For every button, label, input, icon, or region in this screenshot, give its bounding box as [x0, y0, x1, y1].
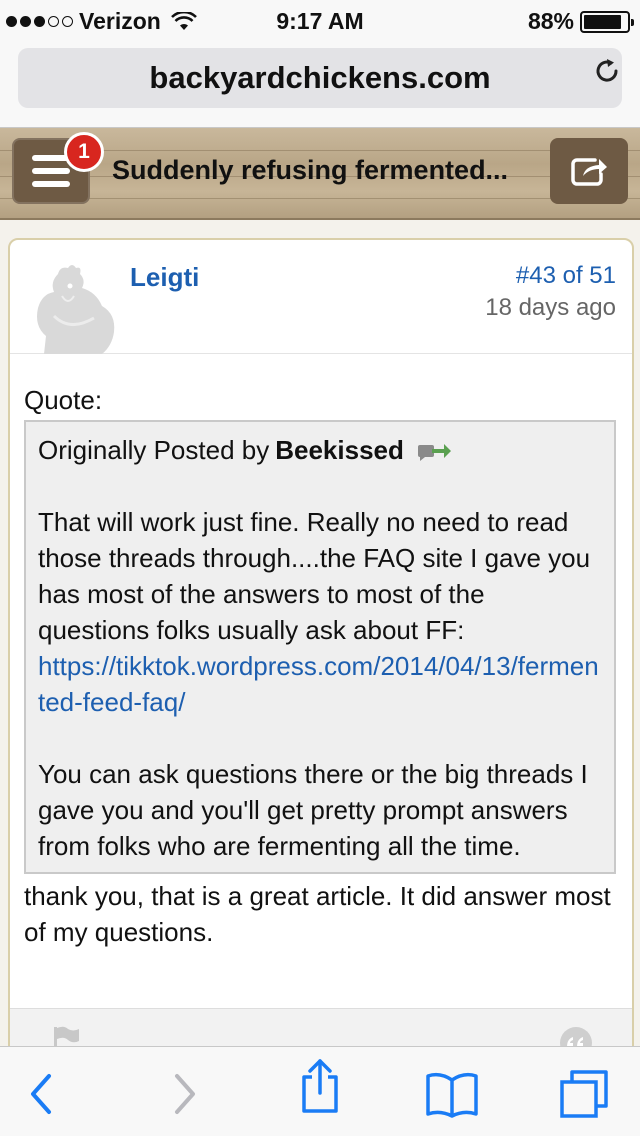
status-right: 88% [527, 8, 634, 35]
quote-attribution-prefix: Originally Posted by [38, 435, 270, 465]
quote-attribution: Originally Posted by Beekissed [38, 432, 602, 468]
back-button[interactable] [14, 1069, 70, 1119]
post-body: Quote: Originally Posted by Beekissed Th… [10, 354, 632, 950]
share-page-button[interactable] [292, 1059, 348, 1113]
notification-badge[interactable]: 1 [64, 132, 104, 172]
browser-address-area: backyardchickens.com [0, 40, 640, 128]
back-chevron-icon [31, 1074, 51, 1114]
tabs-icon [560, 1070, 608, 1118]
battery-icon [580, 10, 634, 33]
forward-chevron-icon [175, 1074, 195, 1114]
post-timestamp: 18 days ago [485, 294, 616, 321]
url-text: backyardchickens.com [149, 60, 491, 95]
thread-title: Suddenly refusing fermented... [112, 155, 509, 185]
quote-paragraph-1: That will work just fine. Really no need… [38, 504, 602, 720]
post-header: Leigti #43 of 51 18 days ago [10, 240, 632, 354]
quote-paragraph-2: You can ask questions there or the big t… [38, 759, 588, 861]
view-post-arrow-icon[interactable] [416, 439, 452, 461]
post-reply-text: thank you, that is a great article. It d… [24, 881, 611, 947]
share-thread-button[interactable] [550, 138, 628, 204]
quote-author[interactable]: Beekissed [275, 432, 404, 468]
post-author[interactable]: Leigti [130, 262, 199, 293]
faq-link[interactable]: https://tikktok.wordpress.com/2014/04/13… [38, 648, 602, 720]
browser-toolbar [0, 1046, 640, 1136]
quote-block: Originally Posted by Beekissed That will… [24, 420, 616, 874]
bookmarks-icon [426, 1072, 478, 1118]
status-bar: Verizon 9:17 AM 88% [0, 0, 640, 40]
address-bar[interactable]: backyardchickens.com [18, 48, 622, 108]
reload-icon[interactable] [592, 56, 622, 86]
post-number-link[interactable]: #43 of 51 [516, 262, 616, 290]
avatar-chicken-icon[interactable] [24, 256, 118, 354]
tabs-button[interactable] [556, 1069, 612, 1119]
battery-percent: 88% [527, 8, 574, 34]
share-icon [302, 1059, 338, 1113]
share-icon [571, 158, 607, 186]
post-card: Leigti #43 of 51 18 days ago Quote: Orig… [8, 238, 634, 1136]
quote-label: Quote: [24, 385, 103, 415]
forward-button[interactable] [156, 1069, 212, 1119]
quote-text-1: That will work just fine. Really no need… [38, 507, 591, 645]
bookmarks-button[interactable] [424, 1069, 480, 1119]
